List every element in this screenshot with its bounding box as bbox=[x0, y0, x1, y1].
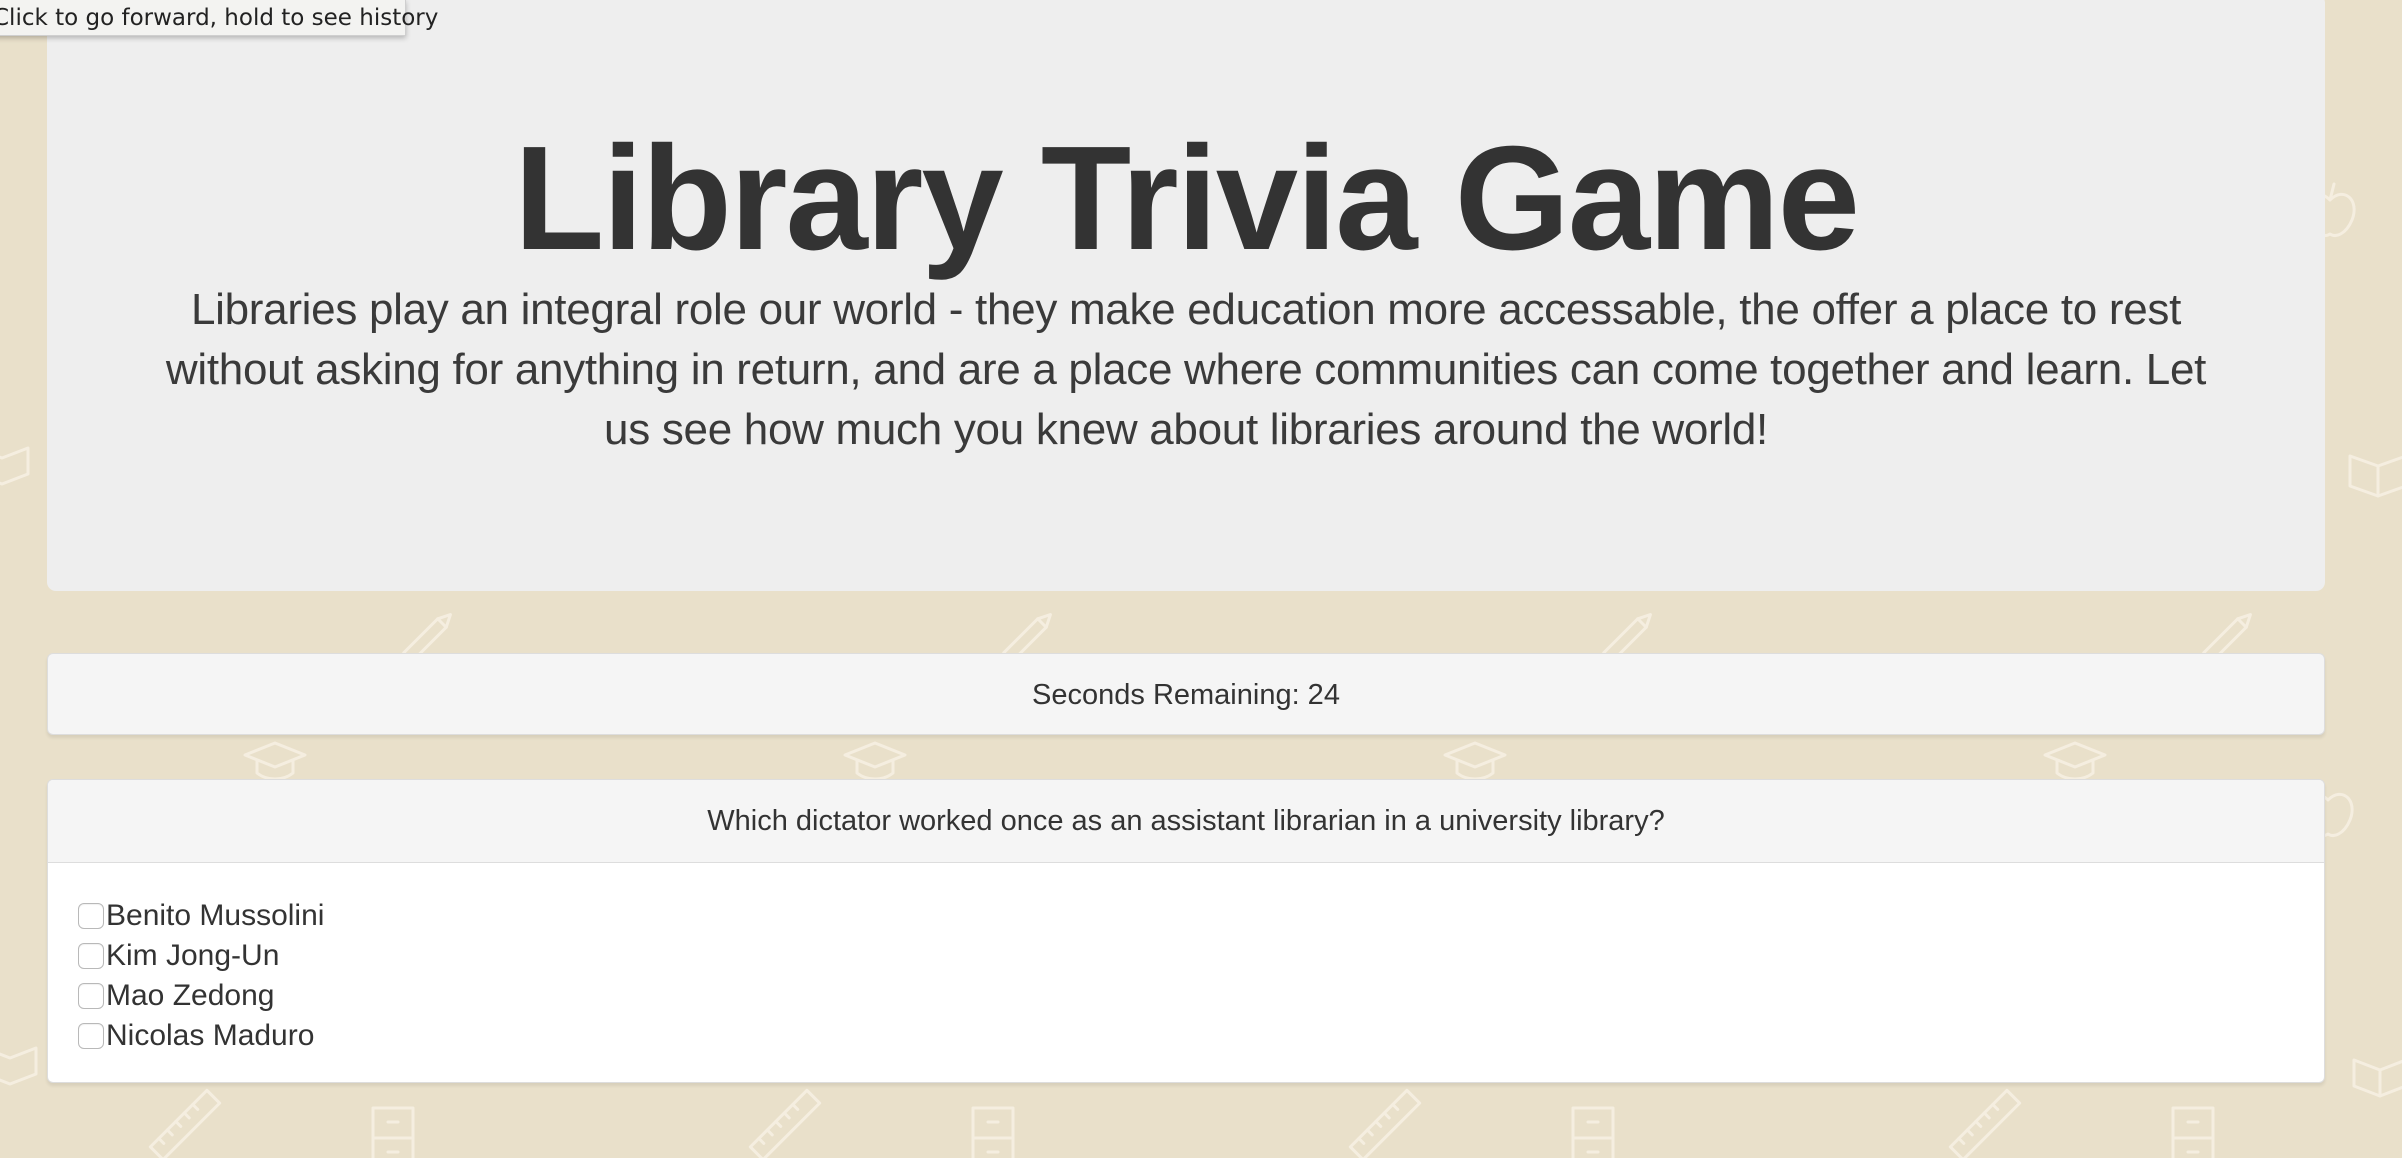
answer-label: Benito Mussolini bbox=[106, 899, 325, 932]
answer-option[interactable]: Mao Zedong bbox=[78, 976, 324, 1016]
ruler-icon bbox=[148, 1088, 222, 1158]
answer-list: Benito Mussolini Kim Jong-Un Mao Zedong … bbox=[78, 896, 324, 1056]
navigation-tooltip: Click to go forward, hold to see history bbox=[0, 0, 438, 36]
ruler-icon bbox=[1348, 1088, 1422, 1158]
answer-checkbox[interactable] bbox=[78, 1023, 104, 1049]
answer-label: Nicolas Maduro bbox=[106, 1019, 315, 1052]
page-title: Library Trivia Game bbox=[513, 116, 1860, 281]
book-icon bbox=[0, 446, 30, 486]
answer-option[interactable]: Kim Jong-Un bbox=[78, 936, 324, 976]
file-cabinet-icon bbox=[971, 1106, 1015, 1158]
seconds-remaining-text: Seconds Remaining: 24 bbox=[1032, 679, 1340, 711]
question-panel: Which dictator worked once as an assista… bbox=[47, 779, 2325, 1083]
answer-checkbox[interactable] bbox=[78, 983, 104, 1009]
graduation-cap-icon bbox=[1443, 741, 1507, 781]
ruler-icon bbox=[748, 1088, 822, 1158]
answer-label: Kim Jong-Un bbox=[106, 939, 280, 972]
answer-option[interactable]: Benito Mussolini bbox=[78, 896, 324, 936]
file-cabinet-icon bbox=[2171, 1106, 2215, 1158]
page-description: Libraries play an integral role our worl… bbox=[165, 285, 2207, 454]
jumbotron-header: Library Trivia Game Libraries play an in… bbox=[47, 0, 2325, 591]
ruler-icon bbox=[1948, 1088, 2022, 1158]
answer-option[interactable]: Nicolas Maduro bbox=[78, 1016, 324, 1056]
book-icon bbox=[2352, 1058, 2402, 1098]
file-cabinet-icon bbox=[1571, 1106, 1615, 1158]
book-icon bbox=[0, 1046, 38, 1086]
answer-label: Mao Zedong bbox=[106, 979, 275, 1012]
graduation-cap-icon bbox=[2043, 741, 2107, 781]
answer-checkbox[interactable] bbox=[78, 903, 104, 929]
question-text: Which dictator worked once as an assista… bbox=[48, 780, 2324, 863]
timer-panel: Seconds Remaining: 24 bbox=[47, 653, 2325, 735]
file-cabinet-icon bbox=[371, 1106, 415, 1158]
graduation-cap-icon bbox=[843, 741, 907, 781]
book-icon bbox=[2348, 454, 2402, 498]
graduation-cap-icon bbox=[243, 741, 307, 781]
answer-checkbox[interactable] bbox=[78, 943, 104, 969]
